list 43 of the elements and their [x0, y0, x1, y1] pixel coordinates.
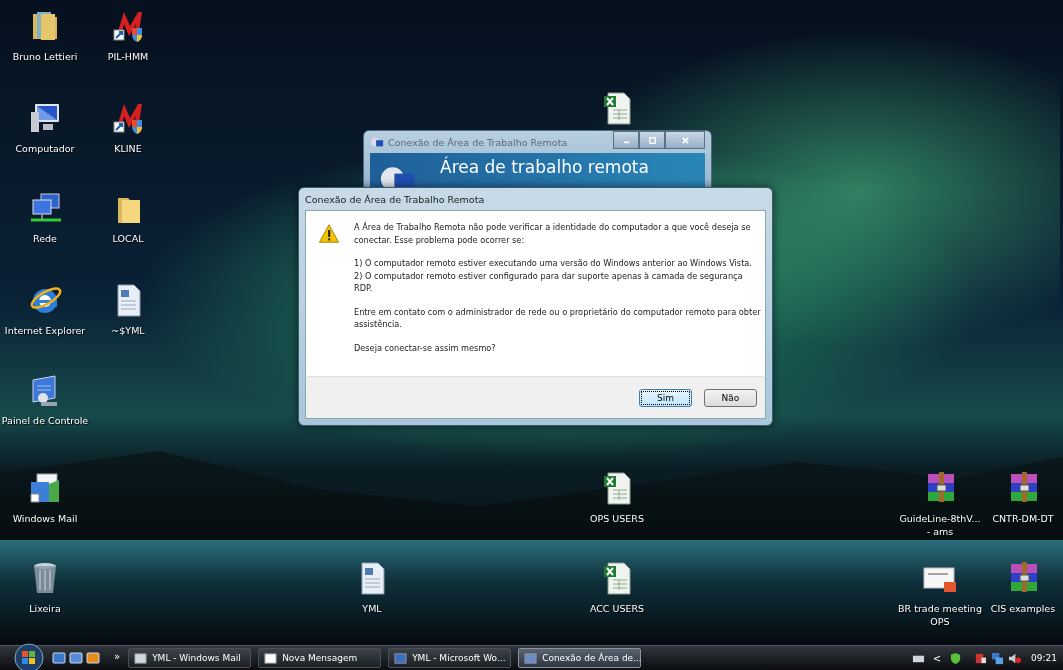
network-icon[interactable] — [991, 651, 1005, 665]
close-button[interactable] — [665, 131, 705, 149]
message-text: Deseja conectar-se assim mesmo? — [354, 341, 497, 354]
desktop-icon-label[interactable]: ACC USERS — [589, 602, 645, 615]
taskbar-button[interactable]: YML - Windows Mail — [128, 648, 252, 668]
desktop-icon-label[interactable]: Computador — [15, 142, 75, 155]
window-title: Conexão de Área de Trabalho Remota — [388, 136, 569, 148]
taskbar-button[interactable]: Nova Mensagem — [258, 648, 382, 668]
default-button[interactable]: Sim — [639, 388, 692, 407]
maximize-button[interactable] — [639, 131, 665, 149]
close-icon — [680, 135, 690, 145]
desktop-icon-label[interactable]: PIL-HMM — [107, 50, 149, 63]
desktop-icon-label[interactable]: Painel de Controle — [1, 414, 89, 427]
message-text: 1) O computador remoto estiver executando uma versão do Windows anterior ao Windows Vista. 2) O computador remoto estiver configurado para dar suporte apenas à camada de segurança RDP. — [354, 257, 753, 295]
dialog-title: Conexão de Área de Trabalho Remota — [305, 193, 486, 207]
minimize-button[interactable] — [613, 131, 639, 149]
desktop-icon-label[interactable]: Bruno Lettieri — [12, 50, 78, 63]
desktop-icon-label[interactable]: Windows Mail — [12, 512, 78, 525]
desktop-icon-label[interactable]: BR trade meeting OPS — [898, 602, 982, 628]
message-text: Entre em contato com o administrador de rede ou o proprietário do computador remoto para obter assistência. — [354, 305, 761, 331]
desktop-icon-label[interactable]: CNTR-DM-DT — [992, 512, 1054, 525]
taskbar-button[interactable]: Conexão de Área de... — [518, 648, 642, 668]
start-button[interactable] — [14, 643, 44, 670]
dialog-button[interactable]: Não — [704, 388, 757, 407]
desktop-icon-label[interactable]: YML — [362, 602, 382, 615]
desktop-icon-label[interactable]: ~$YML — [111, 324, 145, 337]
desktop-icon-label[interactable]: Lixeira — [29, 602, 61, 615]
taskbar-button[interactable]: YML - Microsoft Wo... — [388, 648, 512, 668]
maximize-icon — [647, 135, 657, 145]
shield-check-icon[interactable] — [949, 651, 963, 665]
tray-expand-button[interactable]: < — [932, 652, 942, 664]
desktop-icon-label[interactable]: OPS USERS — [590, 512, 644, 525]
message-text: A Área de Trabalho Remota não pode verificar a identidade do computador a que você deseja se conectar. Esse problema pode ocorrer se: — [354, 221, 752, 246]
clock[interactable]: 09:21 — [1031, 653, 1057, 663]
desktop-icon-label[interactable]: KLINE — [114, 142, 142, 155]
desktop-icon-label[interactable]: Rede — [33, 232, 57, 245]
desktop-icon-label[interactable]: GuideLine-8thV... - ams — [899, 512, 981, 538]
banner-title: Área de trabalho remota — [440, 157, 649, 177]
desktop-icon-label[interactable]: LOCAL — [112, 232, 144, 245]
warning-icon — [318, 223, 340, 244]
desktop-icon-label[interactable]: Internet Explorer — [4, 324, 86, 337]
more-toolbar-button[interactable]: » — [114, 650, 121, 662]
desktop-icon-label[interactable]: CIS examples — [990, 602, 1056, 615]
